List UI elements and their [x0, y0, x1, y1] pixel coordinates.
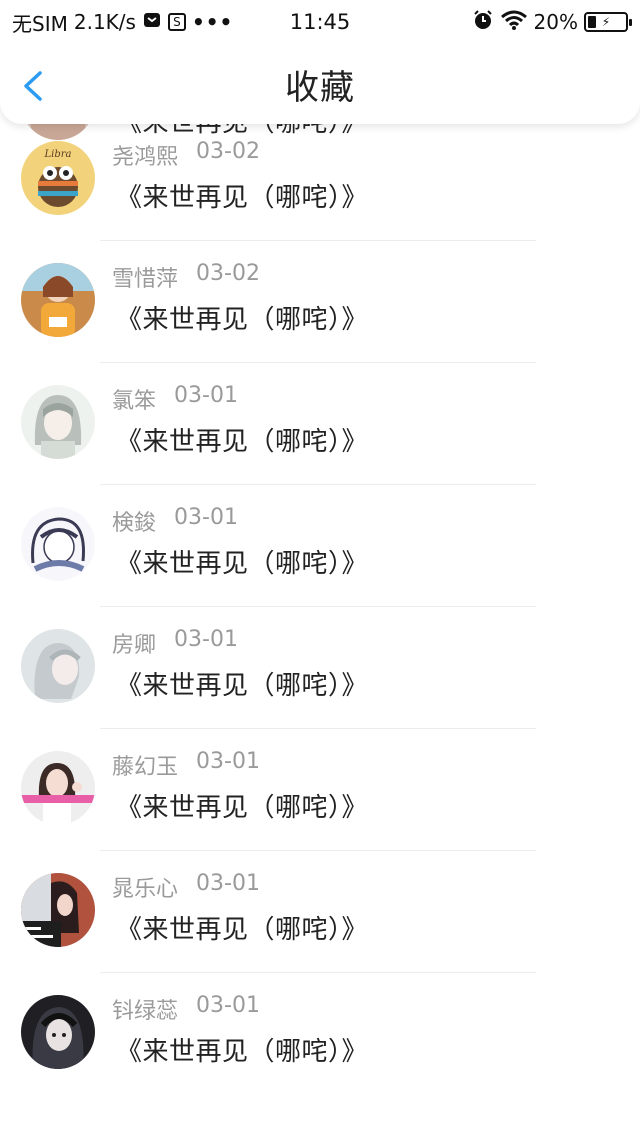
item-date: 03-01	[174, 627, 238, 652]
item-meta: 検鋑 03-01	[112, 505, 238, 537]
list-item[interactable]: 検鋑 03-01 《来世再见（哪咤）》	[0, 485, 640, 607]
item-meta: 晁乐心 03-01	[112, 871, 260, 903]
user-name[interactable]: 藤幻玉	[112, 749, 178, 781]
favorites-list: 《来世再见（哪咤）》 Libra 尧鸿熙 03-02 《来世再见（哪咤）》 雪惜…	[0, 66, 640, 1095]
item-title: 《来世再见（哪咤）》	[116, 793, 369, 823]
item-title: 《来世再见（哪咤）》	[116, 183, 369, 213]
avatar	[21, 385, 95, 459]
item-date: 03-01	[196, 749, 260, 774]
item-title: 《来世再见（哪咤）》	[116, 1037, 369, 1067]
item-meta: 氯笨 03-01	[112, 383, 238, 415]
wifi-icon	[500, 9, 528, 36]
item-date: 03-01	[174, 505, 238, 530]
message-icon	[142, 10, 162, 35]
battery-percent: 20%	[533, 10, 578, 34]
status-left: 无SIM 2.1K/s S •••	[12, 8, 233, 37]
chevron-left-icon	[24, 71, 42, 101]
user-name[interactable]: 房卿	[112, 627, 156, 659]
more-dots-icon: •••	[191, 10, 234, 34]
item-title: 《来世再见（哪咤）》	[116, 915, 369, 945]
user-name[interactable]: 氯笨	[112, 383, 156, 415]
list-item[interactable]: 房卿 03-01 《来世再见（哪咤）》	[0, 607, 640, 729]
item-meta: 房卿 03-01	[112, 627, 238, 659]
avatar	[21, 995, 95, 1069]
carrier-text: 无SIM	[12, 11, 68, 36]
item-title: 《来世再见（哪咤）》	[116, 549, 369, 579]
avatar	[21, 263, 95, 337]
avatar	[21, 873, 95, 947]
item-date: 03-02	[196, 261, 260, 286]
list-item[interactable]: 雪惜萍 03-02 《来世再见（哪咤）》	[0, 241, 640, 363]
user-name[interactable]: 钭绿蕊	[112, 993, 178, 1025]
user-name[interactable]: 検鋑	[112, 505, 156, 537]
user-name[interactable]: 尧鸿熙	[112, 139, 178, 171]
item-meta: 雪惜萍 03-02	[112, 261, 260, 293]
item-date: 03-01	[196, 993, 260, 1018]
item-date: 03-01	[174, 383, 238, 408]
back-button[interactable]	[18, 70, 50, 102]
avatar	[21, 507, 95, 581]
avatar	[21, 751, 95, 825]
network-speed: 2.1K/s	[73, 10, 136, 34]
list-item[interactable]: 钭绿蕊 03-01 《来世再见（哪咤）》	[0, 973, 640, 1095]
list-item[interactable]: 晁乐心 03-01 《来世再见（哪咤）》	[0, 851, 640, 973]
list-item[interactable]: 藤幻玉 03-01 《来世再见（哪咤）》	[0, 729, 640, 851]
nav-bar: 收藏	[0, 44, 640, 124]
item-title: 《来世再见（哪咤）》	[116, 305, 369, 335]
item-meta: 藤幻玉 03-01	[112, 749, 260, 781]
list-item[interactable]: 氯笨 03-01 《来世再见（哪咤）》	[0, 363, 640, 485]
status-right: 20% ⚡	[472, 9, 632, 36]
item-date: 03-02	[196, 139, 260, 164]
item-title: 《来世再见（哪咤）》	[116, 671, 369, 701]
list-item[interactable]: Libra 尧鸿熙 03-02 《来世再见（哪咤）》	[0, 119, 640, 241]
page-title: 收藏	[285, 67, 355, 108]
battery-icon: ⚡	[584, 12, 632, 32]
item-date: 03-01	[196, 871, 260, 896]
s-icon: S	[167, 13, 186, 31]
user-name[interactable]: 晁乐心	[112, 871, 178, 903]
item-meta: 尧鸿熙 03-02	[112, 139, 260, 171]
item-meta: 钭绿蕊 03-01	[112, 993, 260, 1025]
svg-text:Libra: Libra	[44, 149, 72, 160]
alarm-icon	[472, 9, 494, 36]
avatar: Libra	[21, 141, 95, 215]
avatar	[21, 629, 95, 703]
status-bar: 无SIM 2.1K/s S ••• 11:45 20% ⚡	[0, 0, 640, 44]
item-title: 《来世再见（哪咤）》	[116, 427, 369, 457]
user-name[interactable]: 雪惜萍	[112, 261, 178, 293]
